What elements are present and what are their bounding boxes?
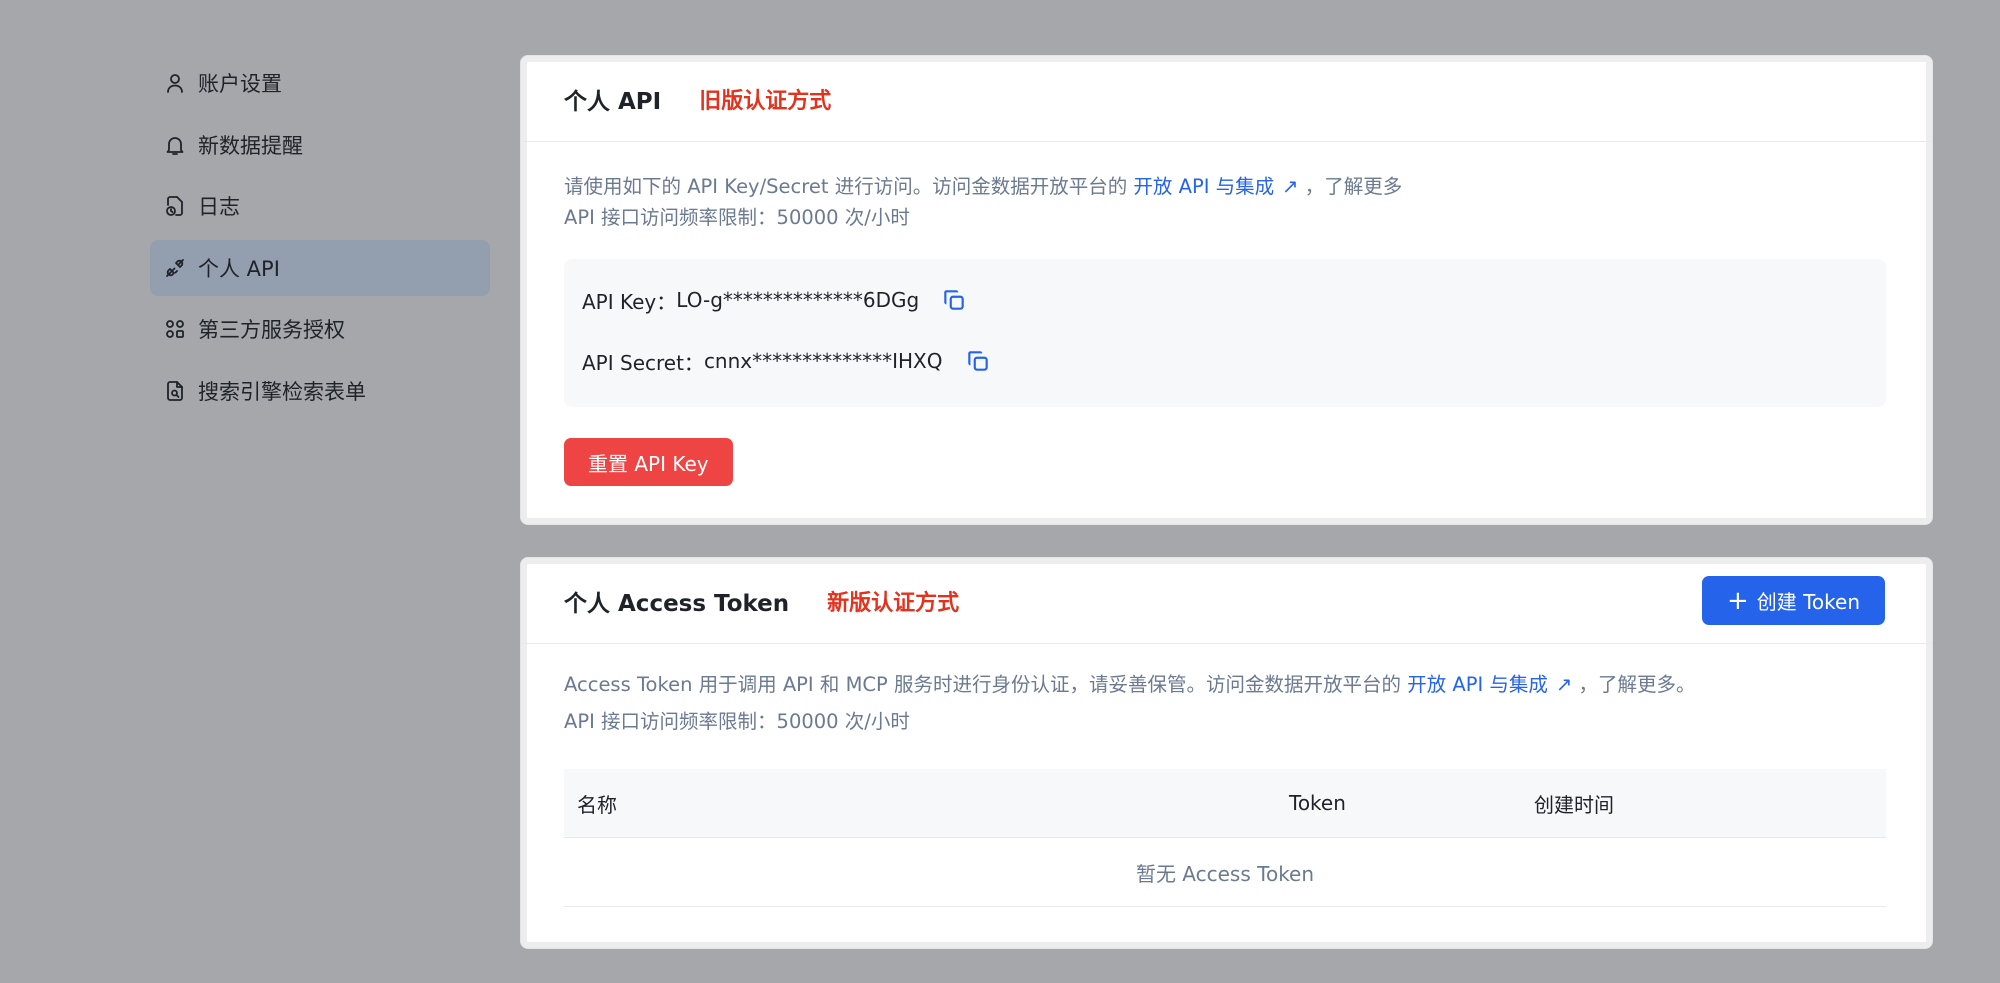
rate-limit-text: API 接口访问频率限制：50000 次/小时 <box>564 710 910 733</box>
description-suffix: ，了解更多 <box>1304 175 1403 198</box>
bell-icon <box>162 132 188 158</box>
access-token-card: 个人 Access Token 新版认证方式 + 创建 Token Access… <box>520 557 1933 949</box>
external-link-icon: ↗ <box>1282 175 1299 198</box>
table-header: 名称 Token 创建时间 <box>564 769 1886 838</box>
open-api-link[interactable]: 开放 API 与集成 <box>1407 673 1548 696</box>
card-title: 个人 Access Token <box>564 590 790 617</box>
search-document-icon <box>162 378 188 404</box>
create-token-button[interactable]: + 创建 Token <box>1701 576 1885 625</box>
description-suffix: ，了解更多。 <box>1578 673 1696 696</box>
token-description: Access Token 用于调用 API 和 MCP 服务时进行身份认证，请妥… <box>521 666 1932 740</box>
log-file-icon <box>162 193 188 219</box>
empty-state-row: 暂无 Access Token <box>564 838 1886 907</box>
description-line: 请使用如下的 API Key/Secret 进行访问。访问金数据开放平台的 开放… <box>564 171 1932 202</box>
card-header: 个人 API 旧版认证方式 <box>521 56 1932 142</box>
new-auth-tag: 新版认证方式 <box>827 590 960 616</box>
api-plug-icon <box>162 255 188 281</box>
api-key-row: API Key： LO-g**************6DGg <box>582 280 1886 320</box>
sidebar-item-search-engine-form[interactable]: 搜索引擎检索表单 <box>150 363 490 419</box>
create-token-label: 创建 Token <box>1756 590 1860 614</box>
api-secret-label: API Secret： <box>582 350 704 375</box>
sidebar-item-label: 搜索引擎检索表单 <box>198 379 366 404</box>
copy-api-secret-icon[interactable] <box>965 348 991 374</box>
apps-grid-icon <box>162 316 188 342</box>
external-link-icon: ↗ <box>1555 673 1573 696</box>
card-title: 个人 API <box>564 88 662 115</box>
column-header-created-at: 创建时间 <box>1534 792 1614 817</box>
api-secret-value: cnnx**************IHXQ <box>703 349 943 373</box>
settings-sidebar: 账户设置 新数据提醒 日志 个人 API 第三方服务授权 搜索引擎检索表单 <box>150 55 490 424</box>
sidebar-item-logs[interactable]: 日志 <box>150 178 490 234</box>
user-icon <box>162 70 188 96</box>
api-key-label: API Key： <box>582 289 677 314</box>
description-text: Access Token 用于调用 API 和 MCP 服务时进行身份认证，请妥… <box>564 673 1401 696</box>
column-header-name: 名称 <box>577 792 617 817</box>
credentials-box: API Key： LO-g**************6DGg API Secr… <box>564 259 1886 407</box>
plus-icon: + <box>1726 585 1749 616</box>
sidebar-item-data-alerts[interactable]: 新数据提醒 <box>150 117 490 173</box>
sidebar-item-label: 日志 <box>198 195 240 219</box>
open-api-link[interactable]: 开放 API 与集成 <box>1133 175 1274 198</box>
reset-api-key-button[interactable]: 重置 API Key <box>564 438 733 486</box>
personal-api-card: 个人 API 旧版认证方式 请使用如下的 API Key/Secret 进行访问… <box>520 55 1933 525</box>
description-line: Access Token 用于调用 API 和 MCP 服务时进行身份认证，请妥… <box>564 666 1932 703</box>
api-secret-row: API Secret： cnnx**************IHXQ <box>582 341 1886 381</box>
sidebar-item-label: 第三方服务授权 <box>198 318 345 342</box>
api-description: 请使用如下的 API Key/Secret 进行访问。访问金数据开放平台的 开放… <box>521 171 1932 233</box>
api-key-value: LO-g**************6DGg <box>676 288 920 312</box>
sidebar-item-label: 新数据提醒 <box>198 133 303 158</box>
column-header-token: Token <box>1289 791 1346 815</box>
sidebar-item-label: 个人 API <box>198 256 280 281</box>
sidebar-item-third-party-auth[interactable]: 第三方服务授权 <box>150 301 490 357</box>
legacy-auth-tag: 旧版认证方式 <box>699 88 832 114</box>
rate-limit-text: API 接口访问频率限制：50000 次/小时 <box>564 206 910 229</box>
token-table: 名称 Token 创建时间 暂无 Access Token <box>564 769 1886 907</box>
copy-api-key-icon[interactable] <box>941 287 967 313</box>
sidebar-item-label: 账户设置 <box>198 72 282 96</box>
description-text: 请使用如下的 API Key/Secret 进行访问。访问金数据开放平台的 <box>564 175 1128 198</box>
sidebar-item-personal-api[interactable]: 个人 API <box>150 239 490 296</box>
card-header: 个人 Access Token 新版认证方式 + 创建 Token <box>521 558 1932 644</box>
sidebar-item-account-settings[interactable]: 账户设置 <box>150 55 490 111</box>
